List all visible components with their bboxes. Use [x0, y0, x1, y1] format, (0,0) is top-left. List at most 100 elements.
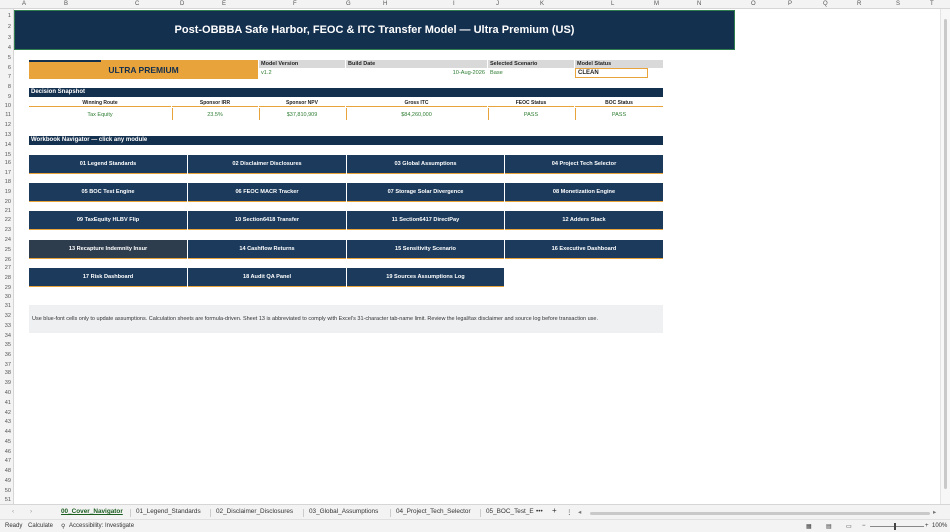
- column-header-g[interactable]: G: [346, 1, 351, 7]
- row-header-21[interactable]: 21: [5, 208, 11, 214]
- sponsor-irr-value[interactable]: 23.5%: [172, 111, 258, 120]
- row-header-16[interactable]: 16: [5, 160, 11, 166]
- normal-view-icon[interactable]: ▦: [806, 523, 812, 530]
- tab-02-disclaimer-disclosures[interactable]: 02_Disclaimer_Disclosures: [216, 508, 293, 515]
- column-header-j[interactable]: J: [496, 1, 499, 7]
- row-header-32[interactable]: 32: [5, 313, 11, 319]
- zoom-slider[interactable]: [870, 526, 924, 527]
- nav-module-01-button[interactable]: 01 Legend Standards: [29, 155, 187, 174]
- row-header-25[interactable]: 25: [5, 247, 11, 253]
- row-header-8[interactable]: 8: [8, 84, 11, 90]
- column-header-h[interactable]: H: [383, 1, 387, 7]
- vertical-scroll-thumb[interactable]: [944, 19, 947, 489]
- build-date-value[interactable]: 10-Aug-2026: [346, 69, 487, 78]
- nav-module-12-button[interactable]: 12 Adders Stack: [505, 211, 663, 230]
- row-header-18[interactable]: 18: [5, 179, 11, 185]
- row-header-27[interactable]: 27: [5, 265, 11, 271]
- tab-05-boc-test-engine[interactable]: 05_BOC_Test_E: [486, 508, 534, 515]
- row-header-20[interactable]: 20: [5, 199, 11, 205]
- boc-status-value[interactable]: PASS: [575, 111, 663, 120]
- nav-module-08-button[interactable]: 08 Monetization Engine: [505, 183, 663, 202]
- tab-04-project-tech-selector[interactable]: 04_Project_Tech_Selector: [396, 508, 471, 515]
- nav-module-02-button[interactable]: 02 Disclaimer Disclosures: [188, 155, 346, 174]
- row-header-35[interactable]: 35: [5, 342, 11, 348]
- column-header-m[interactable]: M: [654, 1, 659, 7]
- nav-module-11-button[interactable]: 11 Section6417 DirectPay: [347, 211, 504, 230]
- row-header-50[interactable]: 50: [5, 488, 11, 494]
- row-header-10[interactable]: 10: [5, 103, 11, 109]
- column-header-r[interactable]: R: [857, 1, 861, 7]
- page-layout-icon[interactable]: ▤: [826, 523, 832, 530]
- nav-module-06-button[interactable]: 06 FEOC MACR Tracker: [188, 183, 346, 202]
- row-header-31[interactable]: 31: [5, 303, 11, 309]
- column-header-i[interactable]: I: [453, 1, 455, 7]
- column-header-l[interactable]: L: [611, 1, 614, 7]
- nav-module-14-button[interactable]: 14 Cashflow Returns: [188, 240, 346, 259]
- hscroll-right-icon[interactable]: ▸: [933, 508, 936, 516]
- row-header-1[interactable]: 1: [8, 13, 11, 19]
- column-header-n[interactable]: N: [697, 1, 701, 7]
- nav-module-07-button[interactable]: 07 Storage Solar Divergence: [347, 183, 504, 202]
- nav-module-09-button[interactable]: 09 TaxEquity HLBV Flip: [29, 211, 187, 230]
- row-header-44[interactable]: 44: [5, 429, 11, 435]
- column-header-b[interactable]: B: [64, 1, 68, 7]
- gross-itc-value[interactable]: $84,260,000: [346, 111, 487, 120]
- row-header-42[interactable]: 42: [5, 410, 11, 416]
- tab-scroll-left-icon[interactable]: ‹: [12, 508, 14, 515]
- zoom-out-icon[interactable]: −: [862, 523, 866, 529]
- column-header-e[interactable]: E: [222, 1, 226, 7]
- row-header-29[interactable]: 29: [5, 285, 11, 291]
- column-header-f[interactable]: F: [293, 1, 297, 7]
- row-header-19[interactable]: 19: [5, 189, 11, 195]
- calculate-button[interactable]: Calculate: [28, 523, 53, 529]
- column-header-q[interactable]: Q: [823, 1, 828, 7]
- nav-module-19-button[interactable]: 19 Sources Assumptions Log: [347, 268, 504, 287]
- row-header-14[interactable]: 14: [5, 142, 11, 148]
- row-header-15[interactable]: 15: [5, 152, 11, 158]
- nav-module-17-button[interactable]: 17 Risk Dashboard: [29, 268, 187, 287]
- row-header-45[interactable]: 45: [5, 439, 11, 445]
- row-header-26[interactable]: 26: [5, 257, 11, 263]
- tab-00-cover-navigator[interactable]: 00_Cover_Navigator: [61, 508, 123, 515]
- page-break-icon[interactable]: ▭: [846, 523, 852, 530]
- column-header-c[interactable]: C: [135, 1, 139, 7]
- row-header-11[interactable]: 11: [5, 112, 11, 118]
- nav-module-18-button[interactable]: 18 Audit QA Panel: [188, 268, 346, 287]
- nav-module-05-button[interactable]: 05 BOC Test Engine: [29, 183, 187, 202]
- column-header-o[interactable]: O: [751, 1, 756, 7]
- nav-module-10-button[interactable]: 10 Section6418 Transfer: [188, 211, 346, 230]
- tab-bar-menu-icon[interactable]: ⋮: [566, 508, 572, 516]
- row-header-24[interactable]: 24: [5, 237, 11, 243]
- row-header-12[interactable]: 12: [5, 122, 11, 128]
- row-header-22[interactable]: 22: [5, 217, 11, 223]
- zoom-level[interactable]: 100%: [932, 523, 947, 529]
- zoom-slider-thumb[interactable]: [894, 523, 896, 530]
- row-header-13[interactable]: 13: [5, 132, 11, 138]
- row-header-9[interactable]: 9: [8, 94, 11, 100]
- nav-module-16-button[interactable]: 16 Executive Dashboard: [505, 240, 663, 259]
- winning-route-value[interactable]: Tax Equity: [29, 111, 171, 120]
- add-sheet-icon[interactable]: +: [552, 506, 557, 515]
- model-status-value[interactable]: CLEAN: [575, 68, 648, 78]
- sponsor-npv-value[interactable]: $37,810,909: [259, 111, 345, 120]
- row-header-47[interactable]: 47: [5, 458, 11, 464]
- row-header-7[interactable]: 7: [8, 74, 11, 80]
- row-header-37[interactable]: 37: [5, 362, 11, 368]
- row-header-34[interactable]: 34: [5, 333, 11, 339]
- row-header-38[interactable]: 38: [5, 370, 11, 376]
- row-header-6[interactable]: 6: [8, 65, 11, 71]
- row-header-33[interactable]: 33: [5, 323, 11, 329]
- tab-scroll-right-icon[interactable]: ›: [30, 508, 32, 515]
- row-header-3[interactable]: 3: [8, 35, 11, 41]
- feoc-status-value[interactable]: PASS: [488, 111, 574, 120]
- row-header-4[interactable]: 4: [8, 45, 11, 51]
- row-header-2[interactable]: 2: [8, 24, 11, 30]
- nav-module-15-button[interactable]: 15 Sensitivity Scenario: [347, 240, 504, 259]
- row-header-46[interactable]: 46: [5, 449, 11, 455]
- row-header-30[interactable]: 30: [5, 294, 11, 300]
- accessibility-icon[interactable]: ⚲: [61, 523, 65, 530]
- more-tabs-icon[interactable]: •••: [536, 508, 543, 515]
- accessibility-status[interactable]: Accessibility: Investigate: [69, 523, 134, 529]
- row-header-23[interactable]: 23: [5, 227, 11, 233]
- vertical-scrollbar[interactable]: [940, 9, 950, 504]
